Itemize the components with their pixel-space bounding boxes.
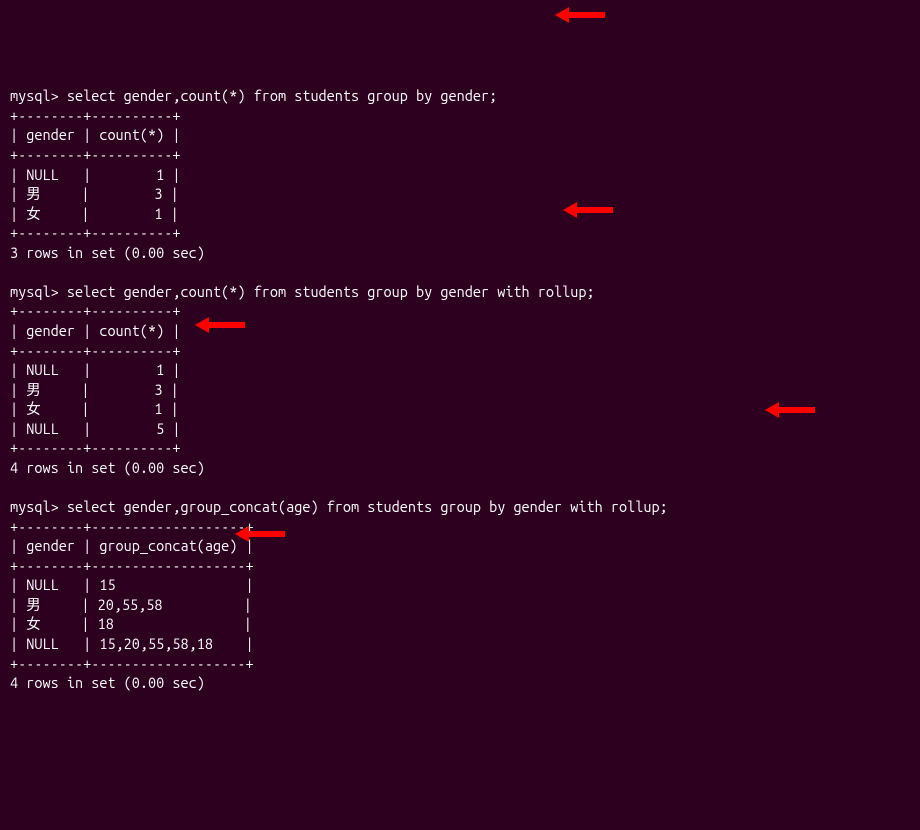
table-separator: +--------+-------------------+ bbox=[10, 556, 910, 576]
table-header: | gender | count(*) | bbox=[10, 321, 910, 341]
query-line: mysql> select gender,count(*) from stude… bbox=[10, 282, 910, 302]
mysql-prompt: mysql> bbox=[10, 283, 67, 300]
query-line: mysql> select gender,group_concat(age) f… bbox=[10, 497, 910, 517]
table-header: | gender | group_concat(age) | bbox=[10, 536, 910, 556]
table-row: | 男 | 3 | bbox=[10, 184, 910, 204]
table-row: | NULL | 15 | bbox=[10, 575, 910, 595]
terminal-output: mysql> select gender,count(*) from stude… bbox=[10, 86, 910, 692]
table-row: | NULL | 15,20,55,58,18 | bbox=[10, 634, 910, 654]
blank-line bbox=[10, 478, 910, 498]
table-separator: +--------+----------+ bbox=[10, 438, 910, 458]
table-row: | 女 | 18 | bbox=[10, 614, 910, 634]
table-separator: +--------+-------------------+ bbox=[10, 654, 910, 674]
table-separator: +--------+----------+ bbox=[10, 223, 910, 243]
table-separator: +--------+----------+ bbox=[10, 301, 910, 321]
table-separator: +--------+-------------------+ bbox=[10, 517, 910, 537]
result-summary: 3 rows in set (0.00 sec) bbox=[10, 243, 910, 263]
mysql-prompt: mysql> bbox=[10, 87, 67, 104]
table-row: | 女 | 1 | bbox=[10, 204, 910, 224]
table-row: | NULL | 5 | bbox=[10, 419, 910, 439]
table-separator: +--------+----------+ bbox=[10, 145, 910, 165]
sql-statement: select gender,count(*) from students gro… bbox=[67, 87, 497, 104]
table-row: | NULL | 1 | bbox=[10, 360, 910, 380]
mysql-prompt: mysql> bbox=[10, 498, 67, 515]
table-separator: +--------+----------+ bbox=[10, 341, 910, 361]
result-summary: 4 rows in set (0.00 sec) bbox=[10, 673, 910, 693]
table-header: | gender | count(*) | bbox=[10, 125, 910, 145]
query-line: mysql> select gender,count(*) from stude… bbox=[10, 86, 910, 106]
table-separator: +--------+----------+ bbox=[10, 106, 910, 126]
table-row: | 女 | 1 | bbox=[10, 399, 910, 419]
result-summary: 4 rows in set (0.00 sec) bbox=[10, 458, 910, 478]
sql-statement: select gender,group_concat(age) from stu… bbox=[67, 498, 668, 515]
blank-line bbox=[10, 262, 910, 282]
annotation-arrow-icon bbox=[555, 5, 605, 25]
table-row: | 男 | 20,55,58 | bbox=[10, 595, 910, 615]
sql-statement: select gender,count(*) from students gro… bbox=[67, 283, 595, 300]
table-row: | NULL | 1 | bbox=[10, 165, 910, 185]
table-row: | 男 | 3 | bbox=[10, 380, 910, 400]
